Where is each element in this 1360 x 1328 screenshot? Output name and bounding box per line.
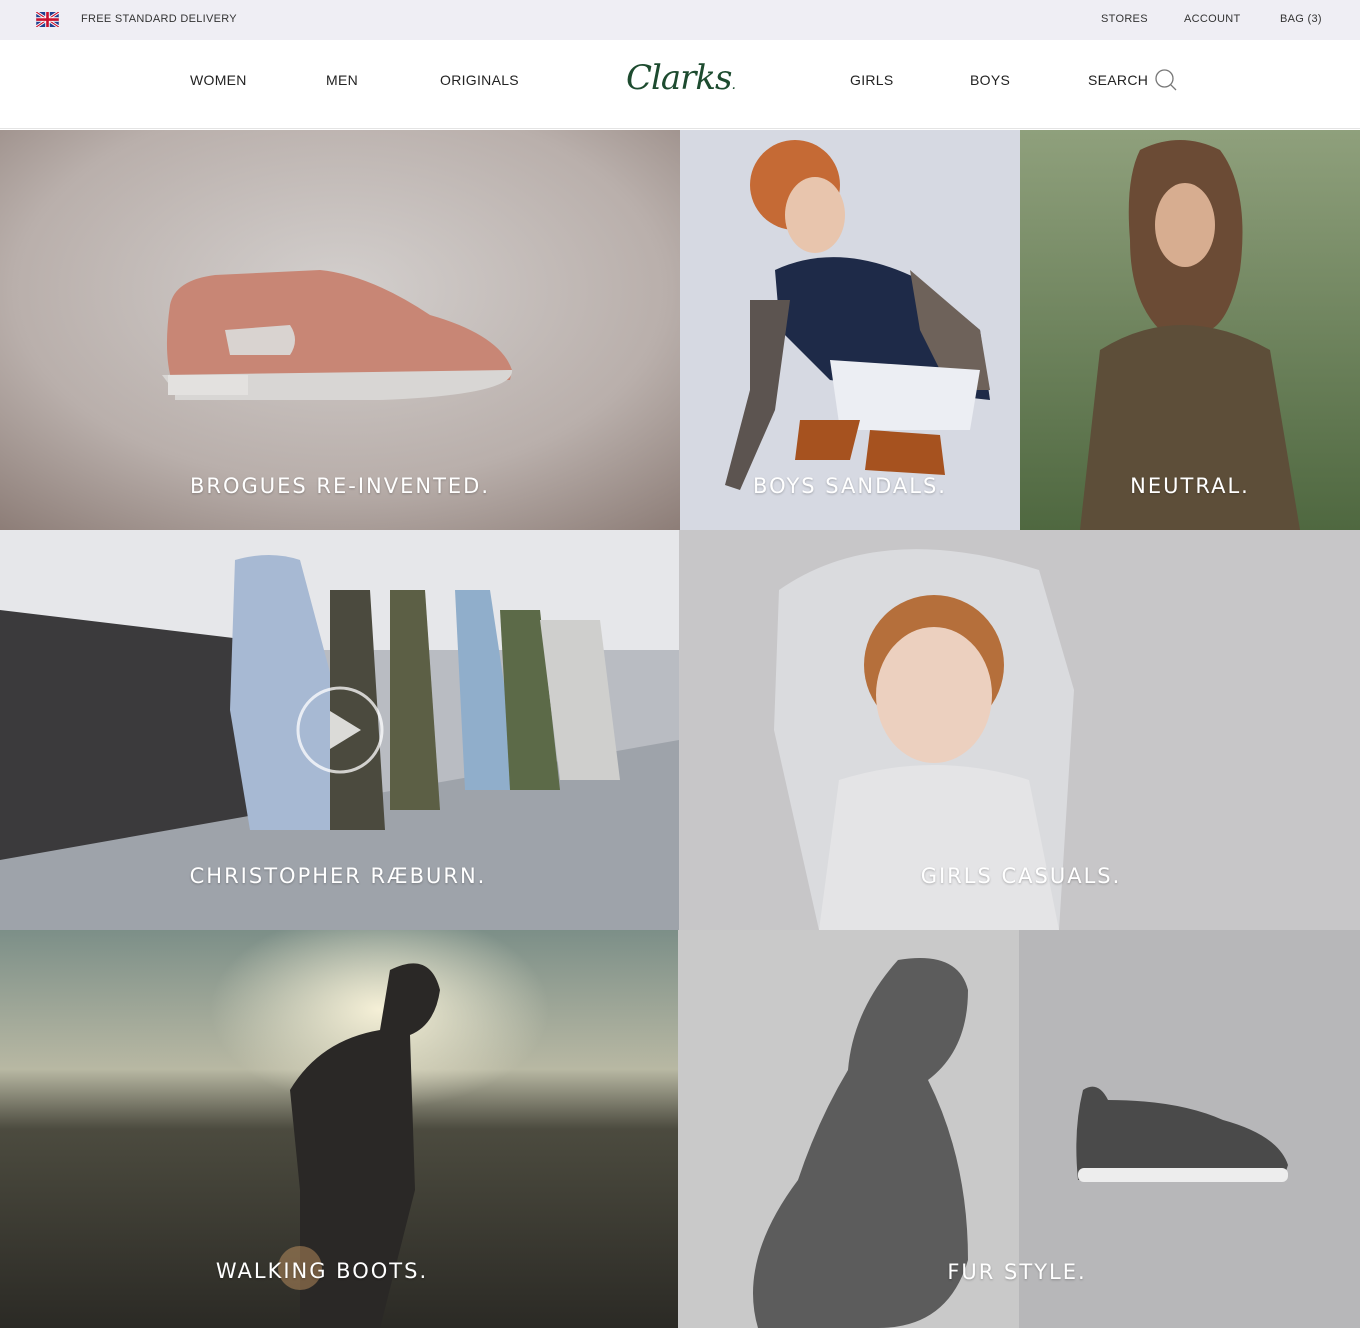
- stores-link[interactable]: STORES: [1101, 13, 1148, 25]
- tile-brogues[interactable]: BROGUES RE-INVENTED.: [0, 130, 680, 530]
- woman-in-grass-image: [1020, 130, 1360, 530]
- logo-dot: .: [731, 77, 736, 93]
- tile-walking-boots[interactable]: WALKING BOOTS.: [0, 930, 678, 1328]
- nav-originals[interactable]: ORIGINALS: [440, 72, 519, 88]
- nav-girls[interactable]: GIRLS: [850, 72, 894, 88]
- caption-neutral: NEUTRAL.: [1130, 474, 1250, 498]
- caption-brogues: BROGUES RE-INVENTED.: [189, 474, 491, 498]
- tile-raeburn[interactable]: CHRISTOPHER RÆBURN.: [0, 530, 679, 930]
- nav-women[interactable]: WOMEN: [190, 72, 247, 88]
- main-navigation: WOMEN MEN ORIGINALS Clarks. GIRLS BOYS S…: [0, 40, 1360, 129]
- search-icon: [1155, 69, 1177, 91]
- tile-girls-casuals[interactable]: GIRLS CASUALS.: [679, 530, 1360, 930]
- caption-fur-style: FUR STYLE.: [947, 1260, 1087, 1284]
- account-link[interactable]: ACCOUNT: [1184, 13, 1241, 25]
- clarks-logo[interactable]: Clarks.: [626, 58, 736, 98]
- caption-girls-casuals: GIRLS CASUALS.: [920, 864, 1122, 888]
- tile-neutral[interactable]: NEUTRAL.: [1020, 130, 1360, 530]
- boy-image: [680, 130, 1020, 530]
- uk-flag-icon[interactable]: [36, 12, 59, 27]
- tile-boys-sandals[interactable]: BOYS SANDALS.: [680, 130, 1020, 530]
- logo-text: Clarks: [626, 58, 732, 98]
- play-icon[interactable]: [295, 685, 385, 775]
- caption-raeburn: CHRISTOPHER RÆBURN.: [189, 864, 487, 888]
- bag-link[interactable]: BAG (3): [1280, 13, 1322, 25]
- caption-walking-boots: WALKING BOOTS.: [215, 1259, 429, 1283]
- search-label: SEARCH: [1088, 72, 1149, 88]
- utility-bar: FREE STANDARD DELIVERY STORES ACCOUNT BA…: [0, 0, 1360, 40]
- caption-boys-sandals: BOYS SANDALS.: [753, 474, 947, 498]
- nav-men[interactable]: MEN: [326, 72, 358, 88]
- free-delivery-text: FREE STANDARD DELIVERY: [81, 13, 237, 25]
- search-button[interactable]: SEARCH: [1088, 68, 1178, 92]
- tile-fur-style[interactable]: FUR STYLE.: [678, 930, 1360, 1328]
- nav-boys[interactable]: BOYS: [970, 72, 1010, 88]
- shoe-image: [0, 130, 680, 530]
